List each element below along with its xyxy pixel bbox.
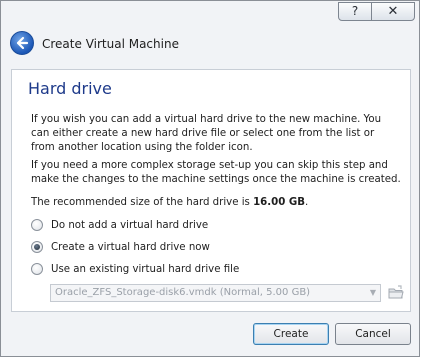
create-button[interactable]: Create	[253, 323, 329, 345]
existing-disk-value: Oracle_ZFS_Storage-disk6.vmdk (Normal, 5…	[55, 287, 311, 298]
page-title: Hard drive	[28, 79, 112, 98]
arrow-left-icon	[16, 36, 29, 50]
radio-label: Do not add a virtual hard drive	[51, 219, 209, 231]
existing-disk-select[interactable]: Oracle_ZFS_Storage-disk6.vmdk (Normal, 5…	[50, 284, 381, 302]
title-bar: ? ✕	[1, 1, 419, 25]
chevron-down-icon: ▼	[369, 288, 376, 297]
radio-indicator[interactable]	[31, 219, 43, 231]
description-paragraph: If you wish you can add a virtual hard d…	[31, 114, 382, 153]
radio-label: Use an existing virtual hard drive file	[51, 263, 240, 275]
radio-indicator[interactable]	[31, 241, 43, 253]
back-button[interactable]	[10, 31, 34, 55]
choose-disk-file-button[interactable]	[387, 284, 405, 302]
cancel-button[interactable]: Cancel	[335, 323, 411, 345]
help-button[interactable]: ?	[338, 2, 372, 21]
wizard-header: Create Virtual Machine	[1, 25, 419, 67]
radio-create-disk[interactable]: Create a virtual hard drive now	[31, 239, 210, 255]
content-panel: Hard drive If you wish you can add a vir…	[11, 69, 411, 312]
recommended-suffix: .	[305, 197, 309, 208]
recommended-size-text: The recommended size of the hard drive i…	[31, 196, 401, 210]
radio-indicator[interactable]	[31, 263, 43, 275]
dialog-window: ? ✕ Create Virtual Machine Hard drive If…	[0, 0, 420, 357]
recommended-prefix: The recommended size of the hard drive i…	[31, 197, 254, 208]
radio-label: Create a virtual hard drive now	[51, 241, 210, 253]
wizard-title: Create Virtual Machine	[42, 37, 179, 51]
radio-no-disk[interactable]: Do not add a virtual hard drive	[31, 217, 208, 233]
advanced-note-paragraph: If you need a more complex storage set-u…	[31, 160, 401, 185]
radio-existing-disk[interactable]: Use an existing virtual hard drive file	[31, 261, 239, 277]
folder-icon	[388, 285, 404, 299]
close-button[interactable]: ✕	[371, 2, 415, 21]
recommended-size: 16.00 GB	[253, 197, 305, 208]
